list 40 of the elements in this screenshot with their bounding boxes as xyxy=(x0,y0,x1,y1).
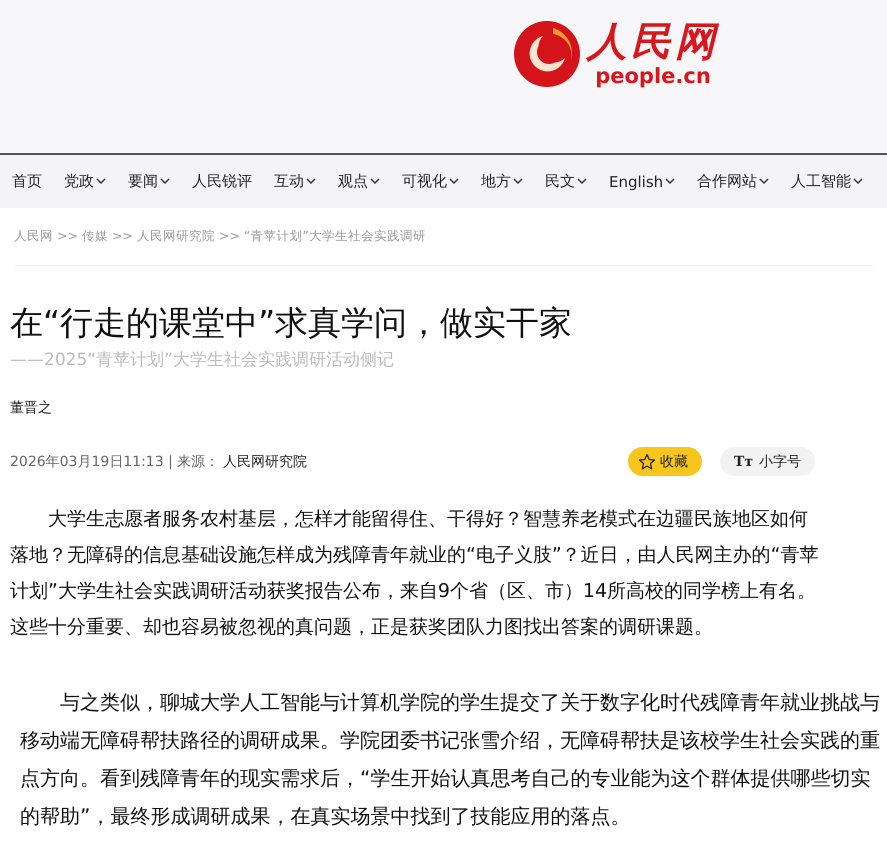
logo-domain: people.cn xyxy=(595,64,711,88)
nav-item[interactable]: 互动 xyxy=(274,172,316,191)
nav-item[interactable]: 党政 xyxy=(64,172,106,191)
caret-icon xyxy=(577,178,587,185)
nav-item[interactable]: 观点 xyxy=(338,172,380,191)
caret-icon xyxy=(853,178,864,185)
nav-item[interactable]: English xyxy=(609,172,676,190)
star-icon xyxy=(638,452,656,470)
nav-item[interactable]: 人工智能 xyxy=(791,172,864,191)
caret-icon xyxy=(96,178,106,185)
caret-icon xyxy=(759,178,770,185)
source-name: 人民网研究院 xyxy=(223,452,308,470)
nav-item[interactable]: 首页 xyxy=(12,172,42,191)
font-size-button[interactable]: Tт 小字号 xyxy=(720,447,815,476)
article-paragraph: 与之类似，聊城大学人工智能与计算机学院的学生提交了关于数字化时代残障青年就业挑战与移动端无障碍帮扶路径的调研成果。学院团委书记张雪介绍，无障碍帮扶是该校学生社会实践的重点方向。看到残障青年的现实需求后，“学生开始认真思考自己的专业能为这个群体提供哪些切实的帮助”，最终形成调研成果，在真实场景中找到了技能应用的落点。 xyxy=(20,689,881,830)
logo-icon xyxy=(513,20,581,88)
nav-item[interactable]: 民文 xyxy=(545,172,587,191)
article-title: 在“行走的课堂中”求真学问，做实干家 xyxy=(10,302,574,344)
nav-item[interactable]: 要闻 xyxy=(128,172,170,191)
caret-icon xyxy=(449,178,459,185)
nav-item[interactable]: 合作网站 xyxy=(697,172,770,191)
breadcrumb-separator: >> xyxy=(218,228,240,245)
favorite-button[interactable]: 收藏 xyxy=(628,447,702,476)
breadcrumb-separator: >> xyxy=(112,228,133,245)
publish-time: 2026年03月19日11:13 xyxy=(10,452,164,470)
nav-item[interactable]: 可视化 xyxy=(402,172,459,191)
caret-icon xyxy=(370,178,380,185)
caret-icon xyxy=(306,178,316,185)
article-paragraph: 大学生志愿者服务农村基层，怎样才能留得住、干得好？智慧养老模式在边疆民族地区如何落地？无障碍的信息基础设施怎样成为残障青年就业的“电子义肢”？近日，由人民网主办的“青苹计划”大学生社会实践调研活动获奖报告公布，来自9个省（区、市）14所高校的同学榜上有名。 xyxy=(10,507,820,604)
source-label: | 来源： xyxy=(167,452,220,470)
author-name: 董晋之 xyxy=(10,399,53,417)
caret-icon xyxy=(665,178,676,185)
article-subtitle: ——2025“青苹计划”大学生社会实践调研活动侧记 xyxy=(10,349,395,371)
logo-name: 人民网 xyxy=(587,20,719,64)
article-paragraph: 这些十分重要、却也容易被忽视的真问题，正是获奖团队力图找出答案的调研课题。 xyxy=(10,615,714,640)
caret-icon xyxy=(160,178,170,185)
breadcrumb-separator: >> xyxy=(57,228,78,245)
nav-item[interactable]: 人民锐评 xyxy=(192,172,252,191)
nav-item[interactable]: 地方 xyxy=(481,172,523,191)
caret-icon xyxy=(513,178,523,185)
